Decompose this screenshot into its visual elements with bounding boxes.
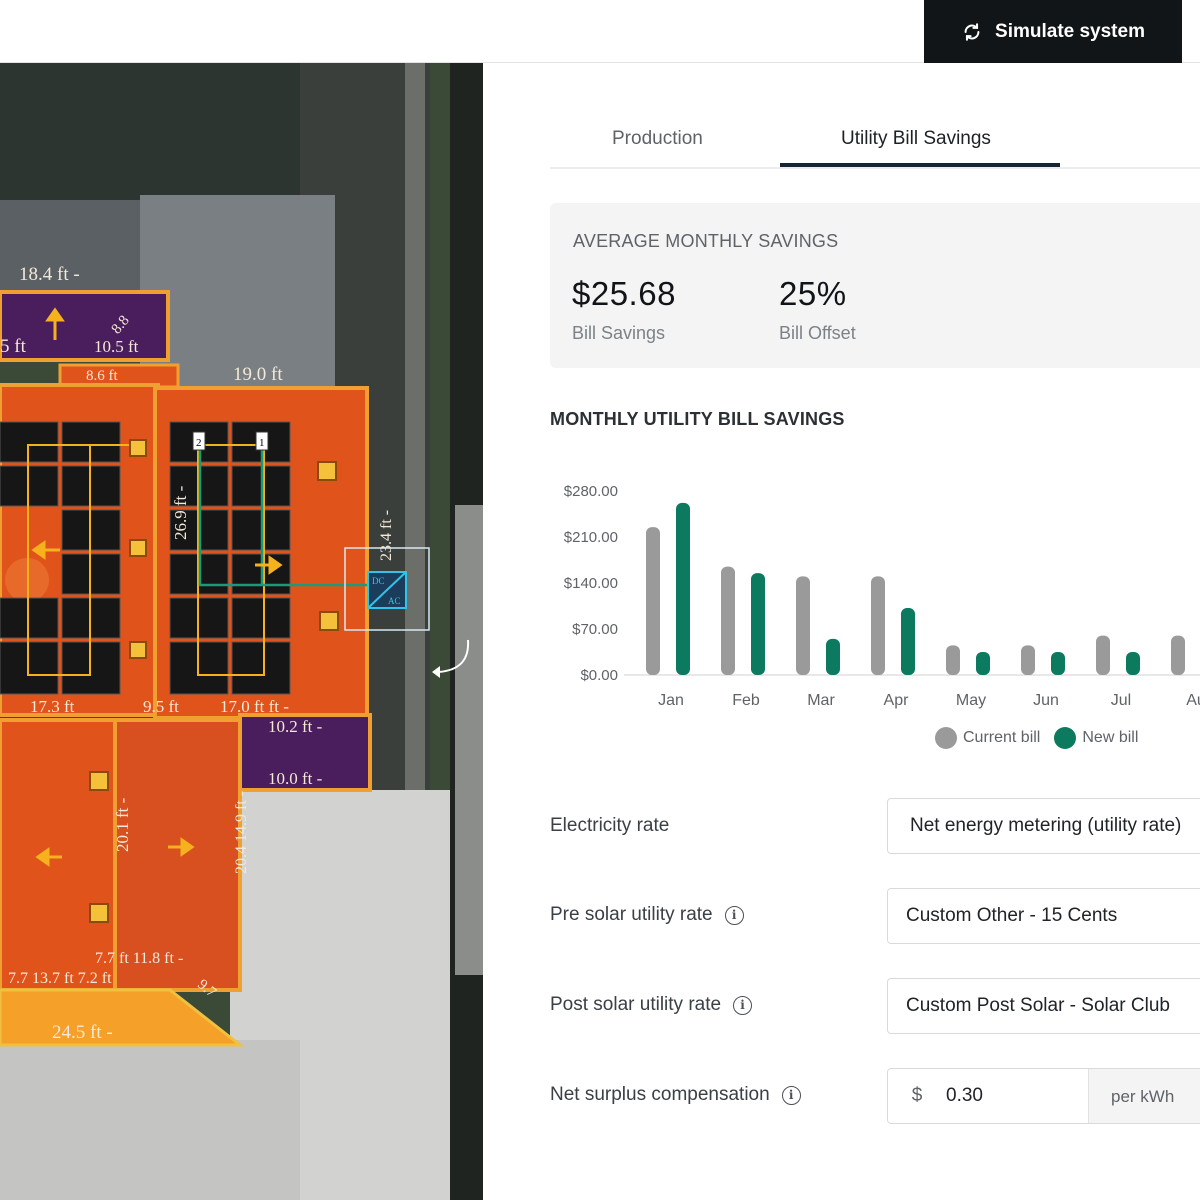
dimension-label: 7.7 13.7 ft 7.2 ft <box>8 970 112 987</box>
active-tab-indicator <box>780 163 1060 167</box>
post-solar-rate-select[interactable]: Custom Post Solar - Solar Club <box>887 978 1200 1034</box>
electricity-rate-row-label: Electricity rate <box>550 815 669 837</box>
bar-new-bill[interactable] <box>826 638 840 675</box>
legend-new-dot <box>1054 727 1077 749</box>
bar-current-bill[interactable] <box>1021 645 1035 675</box>
x-tick-label: Apr <box>884 692 910 709</box>
bill-offset-value: 25% <box>779 275 847 312</box>
average-savings-title: AVERAGE MONTHLY SAVINGS <box>573 231 839 251</box>
x-tick-label: Jan <box>658 692 684 709</box>
dimension-label: 8.6 ft <box>86 368 118 384</box>
bar-chart: $280.00 $210.00 $140.00 $70.00 $0.00 Jan Feb Ma… <box>564 483 1200 709</box>
dimension-label: 18.4 ft - <box>19 264 80 285</box>
electricity-rate-label: Electricity rate <box>550 815 670 836</box>
dimension-label: 10.0 ft - <box>268 769 323 788</box>
simulate-system-label: Simulate system <box>995 20 1145 42</box>
net-surplus-compensation-field[interactable]: $ per kWh <box>887 1068 1200 1124</box>
electricity-rate-value: Net energy metering (utility rate) <box>910 815 1182 836</box>
panel-tabs: Production Utility Bill Savings <box>550 113 1200 169</box>
bar-new-bill[interactable] <box>751 573 765 675</box>
legend-current-bill[interactable]: Current bill <box>935 727 1040 749</box>
monthly-savings-chart: $280.00 $210.00 $140.00 $70.00 $0.00 Jan Feb Ma… <box>550 463 1200 763</box>
dimension-label: 20.1 ft - <box>113 797 132 852</box>
inverter-ac-label: AC <box>388 596 401 606</box>
bar-current-bill[interactable] <box>721 566 735 675</box>
bill-savings-label: Bill Savings <box>572 323 666 343</box>
y-tick-label: $280.00 <box>564 483 618 500</box>
bar-current-bill[interactable] <box>946 645 960 675</box>
info-icon[interactable]: i <box>781 1085 801 1105</box>
bar-current-bill[interactable] <box>871 576 885 675</box>
bar-new-bill[interactable] <box>976 652 990 675</box>
x-tick-label: Jun <box>1033 692 1059 709</box>
dimension-label: 19.0 ft <box>233 364 283 385</box>
post-solar-rate-value: Custom Post Solar - Solar Club <box>906 995 1170 1016</box>
chart-section-title: MONTHLY UTILITY BILL SAVINGS <box>550 409 845 429</box>
currency-symbol: $ <box>911 1085 923 1106</box>
info-icon[interactable]: i <box>724 905 744 925</box>
y-tick-label: $210.00 <box>564 529 618 546</box>
legend-current-label: Current bill <box>963 729 1041 746</box>
dimension-label: 17.0 ft ft - <box>220 697 289 716</box>
savings-panel: Production Utility Bill Savings AVERAGE … <box>483 63 1200 1200</box>
dimension-label: 26.9 ft - <box>171 485 190 540</box>
pre-solar-rate-label: Pre solar utility rate <box>550 904 713 925</box>
post-solar-row-label: Post solar utility rate i <box>550 994 753 1016</box>
bar-new-bill[interactable] <box>676 502 690 675</box>
bar-new-bill[interactable] <box>901 607 915 675</box>
legend-new-label: New bill <box>1082 729 1139 746</box>
bill-offset-label: Bill Offset <box>779 323 856 343</box>
pre-solar-row-label: Pre solar utility rate i <box>550 904 744 926</box>
inverter-dc-label: DC <box>372 576 385 586</box>
tab-utility-bill-savings[interactable]: Utility Bill Savings <box>841 128 991 150</box>
dimension-label: 17.3 ft <box>30 697 75 716</box>
x-tick-label: Mar <box>807 692 835 709</box>
x-tick-label: Au <box>1186 692 1200 709</box>
pre-solar-rate-select[interactable]: Custom Other - 15 Cents <box>887 888 1200 944</box>
bill-savings-value: $25.68 <box>572 275 676 312</box>
chart-legend: Current bill New bill <box>935 727 1138 749</box>
legend-current-dot <box>935 727 957 749</box>
nsc-row-label: Net surplus compensation i <box>550 1084 801 1106</box>
x-tick-label: Jul <box>1111 692 1131 709</box>
simulate-system-button[interactable]: Simulate system <box>924 0 1182 63</box>
post-solar-rate-label: Post solar utility rate <box>550 994 722 1015</box>
y-tick-label: $70.00 <box>572 621 618 638</box>
net-surplus-compensation-input[interactable] <box>946 1085 1086 1107</box>
dimension-label: 5 ft <box>0 336 27 357</box>
dimension-label: 20.4 14.9 ft - <box>233 791 250 874</box>
bar-current-bill[interactable] <box>796 576 810 675</box>
x-tick-label: Feb <box>732 692 760 709</box>
info-icon[interactable]: i <box>733 995 753 1015</box>
net-surplus-compensation-label: Net surplus compensation <box>550 1084 770 1105</box>
bar-current-bill[interactable] <box>1171 635 1185 675</box>
tab-production[interactable]: Production <box>612 128 703 150</box>
string-1-label: 1 <box>259 437 265 449</box>
dimension-label: 24.5 ft - <box>52 1022 113 1043</box>
bar-new-bill[interactable] <box>1051 652 1065 675</box>
dimension-label: 10.5 ft <box>94 337 139 356</box>
average-savings-card: AVERAGE MONTHLY SAVINGS $25.68 Bill Savi… <box>550 203 1200 368</box>
bar-new-bill[interactable] <box>1126 652 1140 675</box>
legend-new-bill[interactable]: New bill <box>1054 727 1138 749</box>
per-kwh-unit: per kWh <box>1088 1069 1200 1123</box>
refresh-icon <box>964 22 980 41</box>
x-tick-label: May <box>956 692 986 709</box>
bar-current-bill[interactable] <box>646 527 660 675</box>
y-tick-label: $140.00 <box>564 575 618 592</box>
string-2-label: 2 <box>196 437 202 449</box>
pre-solar-rate-value: Custom Other - 15 Cents <box>906 905 1118 926</box>
dimension-label: 10.2 ft - <box>268 717 323 736</box>
electricity-rate-select[interactable]: Net energy metering (utility rate) <box>887 798 1200 854</box>
top-bar: Simulate system <box>0 0 1200 63</box>
bar-current-bill[interactable] <box>1096 635 1110 675</box>
dimension-label: 9.5 ft <box>143 697 179 716</box>
dimension-label: 7.7 ft 11.8 ft - <box>95 950 183 967</box>
dimension-label: 23.4 ft - <box>378 510 395 561</box>
y-tick-label: $0.00 <box>580 667 618 684</box>
roof-design-map[interactable]: DC AC 2 1 18.4 ft - 5 ft 8.8 10.5 ft 8.6… <box>0 63 483 1200</box>
